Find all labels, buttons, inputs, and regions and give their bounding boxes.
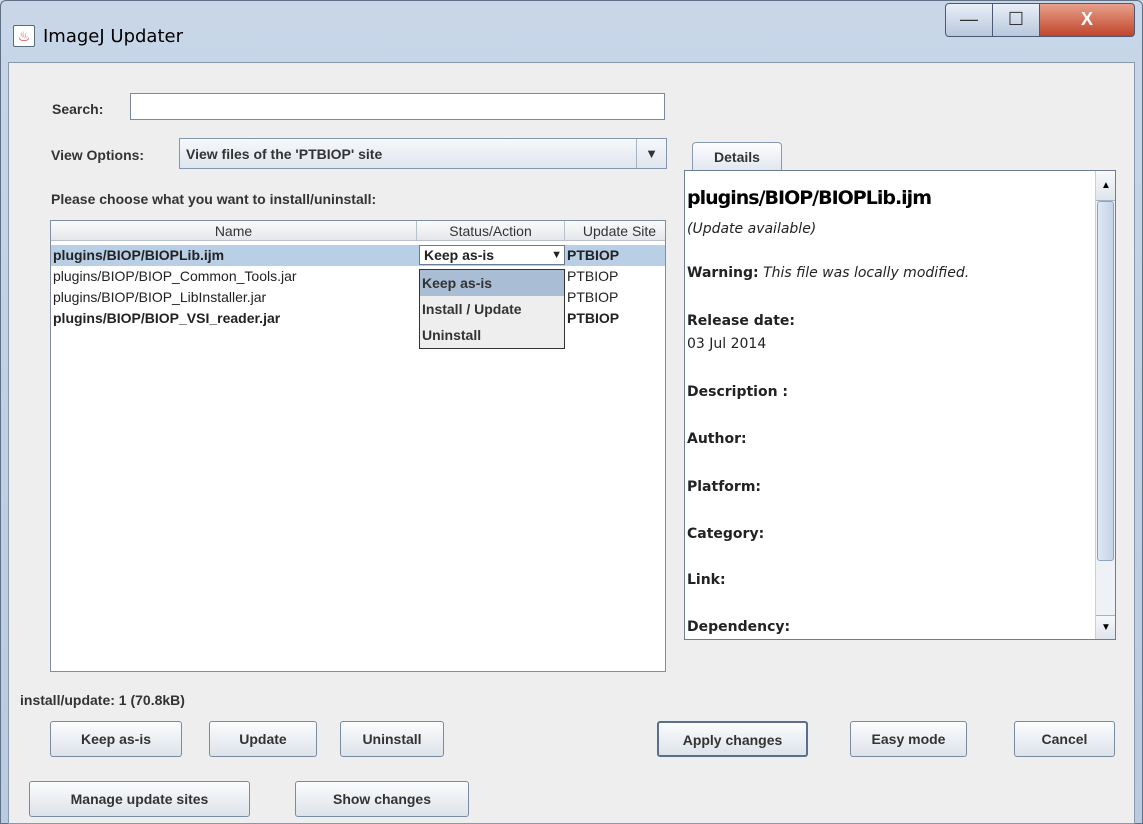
scroll-down-icon[interactable]: ▼ xyxy=(1096,615,1115,639)
view-options-select[interactable]: View files of the 'PTBIOP' site ▼ xyxy=(179,138,667,169)
table-row[interactable]: plugins/BIOP/BIOP_LibInstaller.jar PTBIO… xyxy=(51,287,665,308)
instruction-label: Please choose what you want to install/u… xyxy=(51,191,377,207)
row-name: plugins/BIOP/BIOP_VSI_reader.jar xyxy=(53,310,281,326)
row-name: plugins/BIOP/BIOP_LibInstaller.jar xyxy=(53,289,267,305)
install-update-summary: install/update: 1 (70.8kB) xyxy=(20,692,185,708)
title-bar[interactable]: ♨ ImageJ Updater — ☐ X xyxy=(1,1,1143,63)
show-changes-button[interactable]: Show changes xyxy=(295,781,469,817)
table-row[interactable]: plugins/BIOP/BIOPLib.ijm Keep as-is ▼ PT… xyxy=(51,245,665,266)
scroll-up-icon[interactable]: ▲ xyxy=(1096,171,1115,201)
summary-size: (70.8kB) xyxy=(126,692,185,708)
details-warning: Warning: This file was locally modified. xyxy=(687,265,969,281)
view-options-label: View Options: xyxy=(51,147,145,163)
scroll-thumb[interactable] xyxy=(1097,201,1114,561)
row-name: plugins/BIOP/BIOP_Common_Tools.jar xyxy=(53,268,297,284)
row-site: PTBIOP xyxy=(567,289,619,305)
author-label: Author: xyxy=(687,431,747,447)
details-file-name: plugins/BIOP/BIOPLib.ijm xyxy=(687,187,932,209)
release-date-label: Release date: xyxy=(687,313,795,329)
summary-count: 1 xyxy=(118,692,127,708)
release-date-value: 03 Jul 2014 xyxy=(687,336,767,352)
row-site: PTBIOP xyxy=(567,310,620,326)
tab-details[interactable]: Details xyxy=(692,142,782,172)
option-install-update[interactable]: Install / Update xyxy=(420,296,564,322)
update-button[interactable]: Update xyxy=(209,721,317,757)
search-input[interactable] xyxy=(130,93,665,120)
column-header-update-site[interactable]: Update Site xyxy=(565,221,665,241)
cancel-button[interactable]: Cancel xyxy=(1014,721,1115,757)
search-label: Search: xyxy=(52,101,104,117)
option-keep-as-is[interactable]: Keep as-is xyxy=(420,270,564,296)
summary-prefix: install/update: xyxy=(20,692,119,708)
table-row[interactable]: plugins/BIOP/BIOP_Common_Tools.jar PTBIO… xyxy=(51,266,665,287)
window-title: ImageJ Updater xyxy=(43,26,183,47)
details-panel: plugins/BIOP/BIOPLib.ijm (Update availab… xyxy=(684,170,1116,640)
chevron-down-icon[interactable]: ▼ xyxy=(636,139,666,168)
status-dropdown-list: Keep as-is Install / Update Uninstall xyxy=(419,269,565,349)
java-cup-icon: ♨ xyxy=(13,25,35,47)
details-scrollbar[interactable]: ▲ ▼ xyxy=(1095,171,1115,639)
chevron-down-icon[interactable]: ▼ xyxy=(551,246,562,265)
files-table[interactable]: Name Status/Action Update Site plugins/B… xyxy=(50,220,666,672)
close-button[interactable]: X xyxy=(1039,3,1135,37)
status-action-combo[interactable]: Keep as-is ▼ xyxy=(419,245,565,265)
column-header-status[interactable]: Status/Action xyxy=(417,221,565,241)
view-options-value: View files of the 'PTBIOP' site xyxy=(186,146,383,162)
option-uninstall[interactable]: Uninstall xyxy=(420,322,564,348)
link-label: Link: xyxy=(687,572,726,588)
row-name: plugins/BIOP/BIOPLib.ijm xyxy=(53,247,225,263)
manage-update-sites-button[interactable]: Manage update sites xyxy=(29,781,250,817)
uninstall-button[interactable]: Uninstall xyxy=(340,721,444,757)
warning-text: This file was locally modified. xyxy=(763,265,970,281)
easy-mode-button[interactable]: Easy mode xyxy=(850,721,967,757)
status-action-value: Keep as-is xyxy=(424,247,495,263)
minimize-button[interactable]: — xyxy=(945,3,993,37)
warning-label: Warning: xyxy=(687,265,759,281)
platform-label: Platform: xyxy=(687,479,761,495)
description-label: Description : xyxy=(687,384,789,400)
details-body: plugins/BIOP/BIOPLib.ijm (Update availab… xyxy=(687,173,1095,637)
dependency-label: Dependency: xyxy=(687,619,791,635)
category-label: Category: xyxy=(687,526,765,542)
column-header-name[interactable]: Name xyxy=(51,221,417,241)
apply-changes-button[interactable]: Apply changes xyxy=(657,721,808,757)
table-row[interactable]: plugins/BIOP/BIOP_VSI_reader.jar PTBIOP xyxy=(51,308,665,329)
details-status: (Update available) xyxy=(687,221,817,237)
maximize-button[interactable]: ☐ xyxy=(992,3,1040,37)
row-site: PTBIOP xyxy=(567,247,620,263)
row-site: PTBIOP xyxy=(567,268,619,284)
keep-as-is-button[interactable]: Keep as-is xyxy=(50,721,182,757)
